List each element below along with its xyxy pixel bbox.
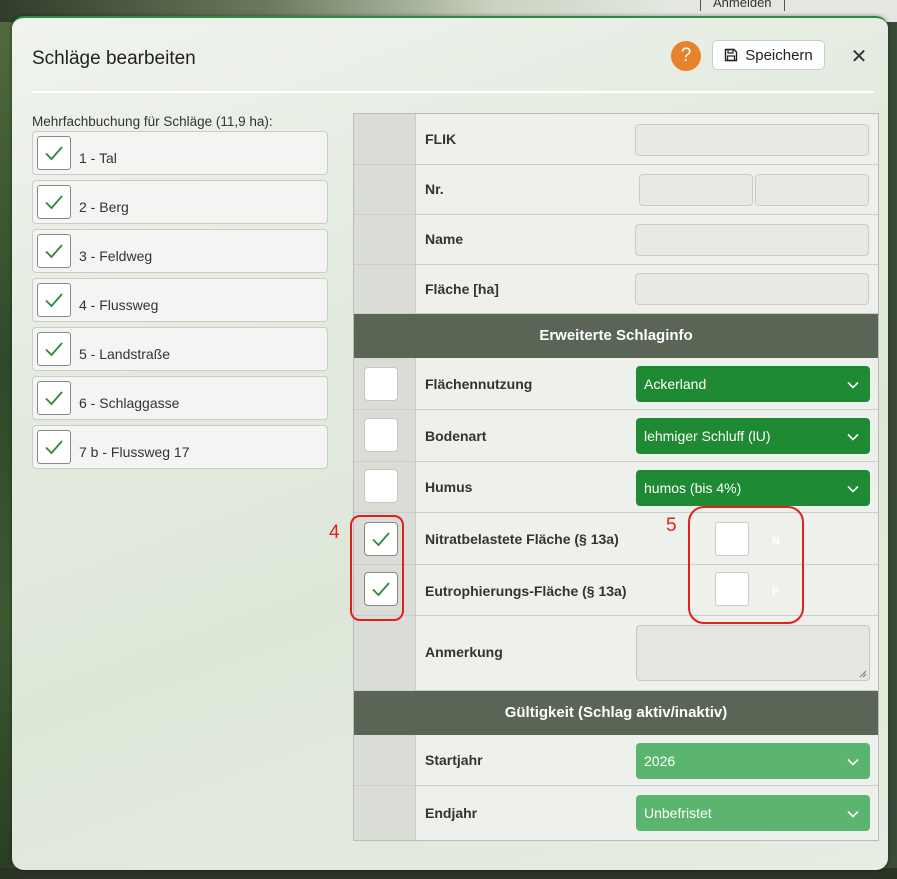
flaeche-label: Fläche [ha] — [425, 281, 499, 297]
chevron-down-icon — [846, 795, 860, 831]
humus-label: Humus — [425, 479, 473, 495]
bodenart-label: Bodenart — [425, 428, 487, 444]
startjahr-select[interactable]: 2026 — [636, 743, 870, 779]
checkmark-icon — [45, 146, 63, 161]
field-checkbox[interactable] — [37, 332, 71, 366]
close-icon[interactable]: ✕ — [848, 44, 870, 69]
humus-select[interactable]: humos (bis 4%) — [636, 470, 870, 506]
bodenart-row: Bodenart lehmiger Schluff (lU) — [354, 410, 878, 462]
checkmark-icon — [45, 293, 63, 308]
bodenart-checkbox[interactable] — [364, 418, 398, 452]
field-checkbox[interactable] — [37, 381, 71, 415]
field-details-form: FLIK Nr. Name Fläche [ha] Erweiterte Sch… — [353, 113, 879, 841]
endjahr-value: Unbefristet — [644, 805, 712, 821]
field-list: 1 - Tal 2 - Berg 3 - Feldweg 4 - Flussweg 5 … — [32, 131, 328, 474]
edit-fields-dialog: Schläge bearbeiten ? Speichern ✕ Mehrfac… — [12, 16, 888, 870]
flik-input[interactable] — [635, 124, 869, 156]
anmelden-link[interactable]: Anmelden — [700, 0, 785, 11]
dialog-title: Schläge bearbeiten — [32, 48, 196, 69]
humus-checkbox[interactable] — [364, 469, 398, 503]
chevron-down-icon — [846, 418, 860, 454]
section-extended-header: Erweiterte Schlaginfo — [354, 314, 878, 358]
flaechennutzung-label: Flächennutzung — [425, 376, 533, 392]
anmerkung-label: Anmerkung — [425, 644, 503, 660]
humus-row: Humus humos (bis 4%) — [354, 462, 878, 513]
resize-grip-icon — [859, 670, 867, 678]
bodenart-value: lehmiger Schluff (lU) — [644, 428, 771, 444]
annotation-label-4: 4 — [329, 522, 340, 543]
checkmark-icon — [45, 195, 63, 210]
chevron-down-icon — [846, 743, 860, 779]
field-checkbox[interactable] — [37, 430, 71, 464]
annotation-label-5: 5 — [666, 515, 677, 536]
field-list-item[interactable]: 4 - Flussweg — [32, 278, 328, 322]
checkmark-icon — [45, 391, 63, 406]
field-list-item[interactable]: 2 - Berg — [32, 180, 328, 224]
nitrat-label: Nitratbelastete Fläche (§ 13a) — [425, 531, 619, 547]
flaechennutzung-value: Ackerland — [644, 376, 707, 392]
humus-value: humos (bis 4%) — [644, 480, 742, 496]
endjahr-select[interactable]: Unbefristet — [636, 795, 870, 831]
checkmark-icon — [45, 342, 63, 357]
field-checkbox[interactable] — [37, 185, 71, 219]
field-label: 6 - Schlaggasse — [79, 395, 180, 411]
nr-label: Nr. — [425, 181, 444, 197]
startjahr-value: 2026 — [644, 753, 676, 769]
save-label: Speichern — [745, 46, 813, 64]
field-checkbox[interactable] — [37, 136, 71, 170]
section-validity-header: Gültigkeit (Schlag aktiv/inaktiv) — [354, 691, 878, 735]
field-label: 3 - Feldweg — [79, 248, 153, 264]
field-list-item[interactable]: 3 - Feldweg — [32, 229, 328, 273]
field-label: 1 - Tal — [79, 150, 117, 166]
title-divider — [32, 91, 874, 93]
name-label: Name — [425, 231, 464, 247]
field-checkbox[interactable] — [37, 234, 71, 268]
chevron-down-icon — [846, 366, 860, 402]
checkmark-icon — [45, 244, 63, 259]
help-button[interactable]: ? — [671, 41, 701, 71]
flaechennutzung-select[interactable]: Ackerland — [636, 366, 870, 402]
annotation-box-5 — [688, 506, 804, 624]
flik-row: FLIK — [354, 114, 878, 165]
anmerkung-row: Anmerkung — [354, 616, 878, 691]
anmerkung-textarea[interactable] — [636, 625, 870, 681]
endjahr-row: Endjahr Unbefristet — [354, 786, 878, 840]
endjahr-label: Endjahr — [425, 805, 478, 821]
field-list-item[interactable]: 6 - Schlaggasse — [32, 376, 328, 420]
startjahr-label: Startjahr — [425, 752, 483, 768]
field-list-item[interactable]: 7 b - Flussweg 17 — [32, 425, 328, 469]
checkmark-icon — [45, 440, 63, 455]
save-button[interactable]: Speichern — [712, 40, 825, 70]
name-row: Name — [354, 215, 878, 265]
multi-booking-label: Mehrfachbuchung für Schläge (11,9 ha): — [32, 114, 273, 129]
annotation-box-4 — [350, 515, 404, 621]
field-list-item[interactable]: 5 - Landstraße — [32, 327, 328, 371]
field-label: 7 b - Flussweg 17 — [79, 444, 190, 460]
field-label: 5 - Landstraße — [79, 346, 171, 362]
nr-row: Nr. — [354, 165, 878, 215]
flik-label: FLIK — [425, 131, 457, 147]
eutro-label: Eutrophierungs-Fläche (§ 13a) — [425, 583, 627, 599]
bodenart-select[interactable]: lehmiger Schluff (lU) — [636, 418, 870, 454]
background-right — [888, 22, 897, 879]
startjahr-row: Startjahr 2026 — [354, 735, 878, 786]
chevron-down-icon — [846, 470, 860, 506]
field-checkbox[interactable] — [37, 283, 71, 317]
field-label: 4 - Flussweg — [79, 297, 159, 313]
floppy-disk-icon — [725, 48, 738, 62]
field-label: 2 - Berg — [79, 199, 129, 215]
flaechennutzung-checkbox[interactable] — [364, 367, 398, 401]
name-input[interactable] — [635, 224, 869, 256]
flaeche-input[interactable] — [635, 273, 869, 305]
background-left — [0, 22, 12, 879]
field-list-item[interactable]: 1 - Tal — [32, 131, 328, 175]
flaechennutzung-row: Flächennutzung Ackerland — [354, 358, 878, 410]
flaeche-row: Fläche [ha] — [354, 265, 878, 314]
nr-input-2[interactable] — [755, 174, 869, 206]
nr-input-1[interactable] — [639, 174, 753, 206]
